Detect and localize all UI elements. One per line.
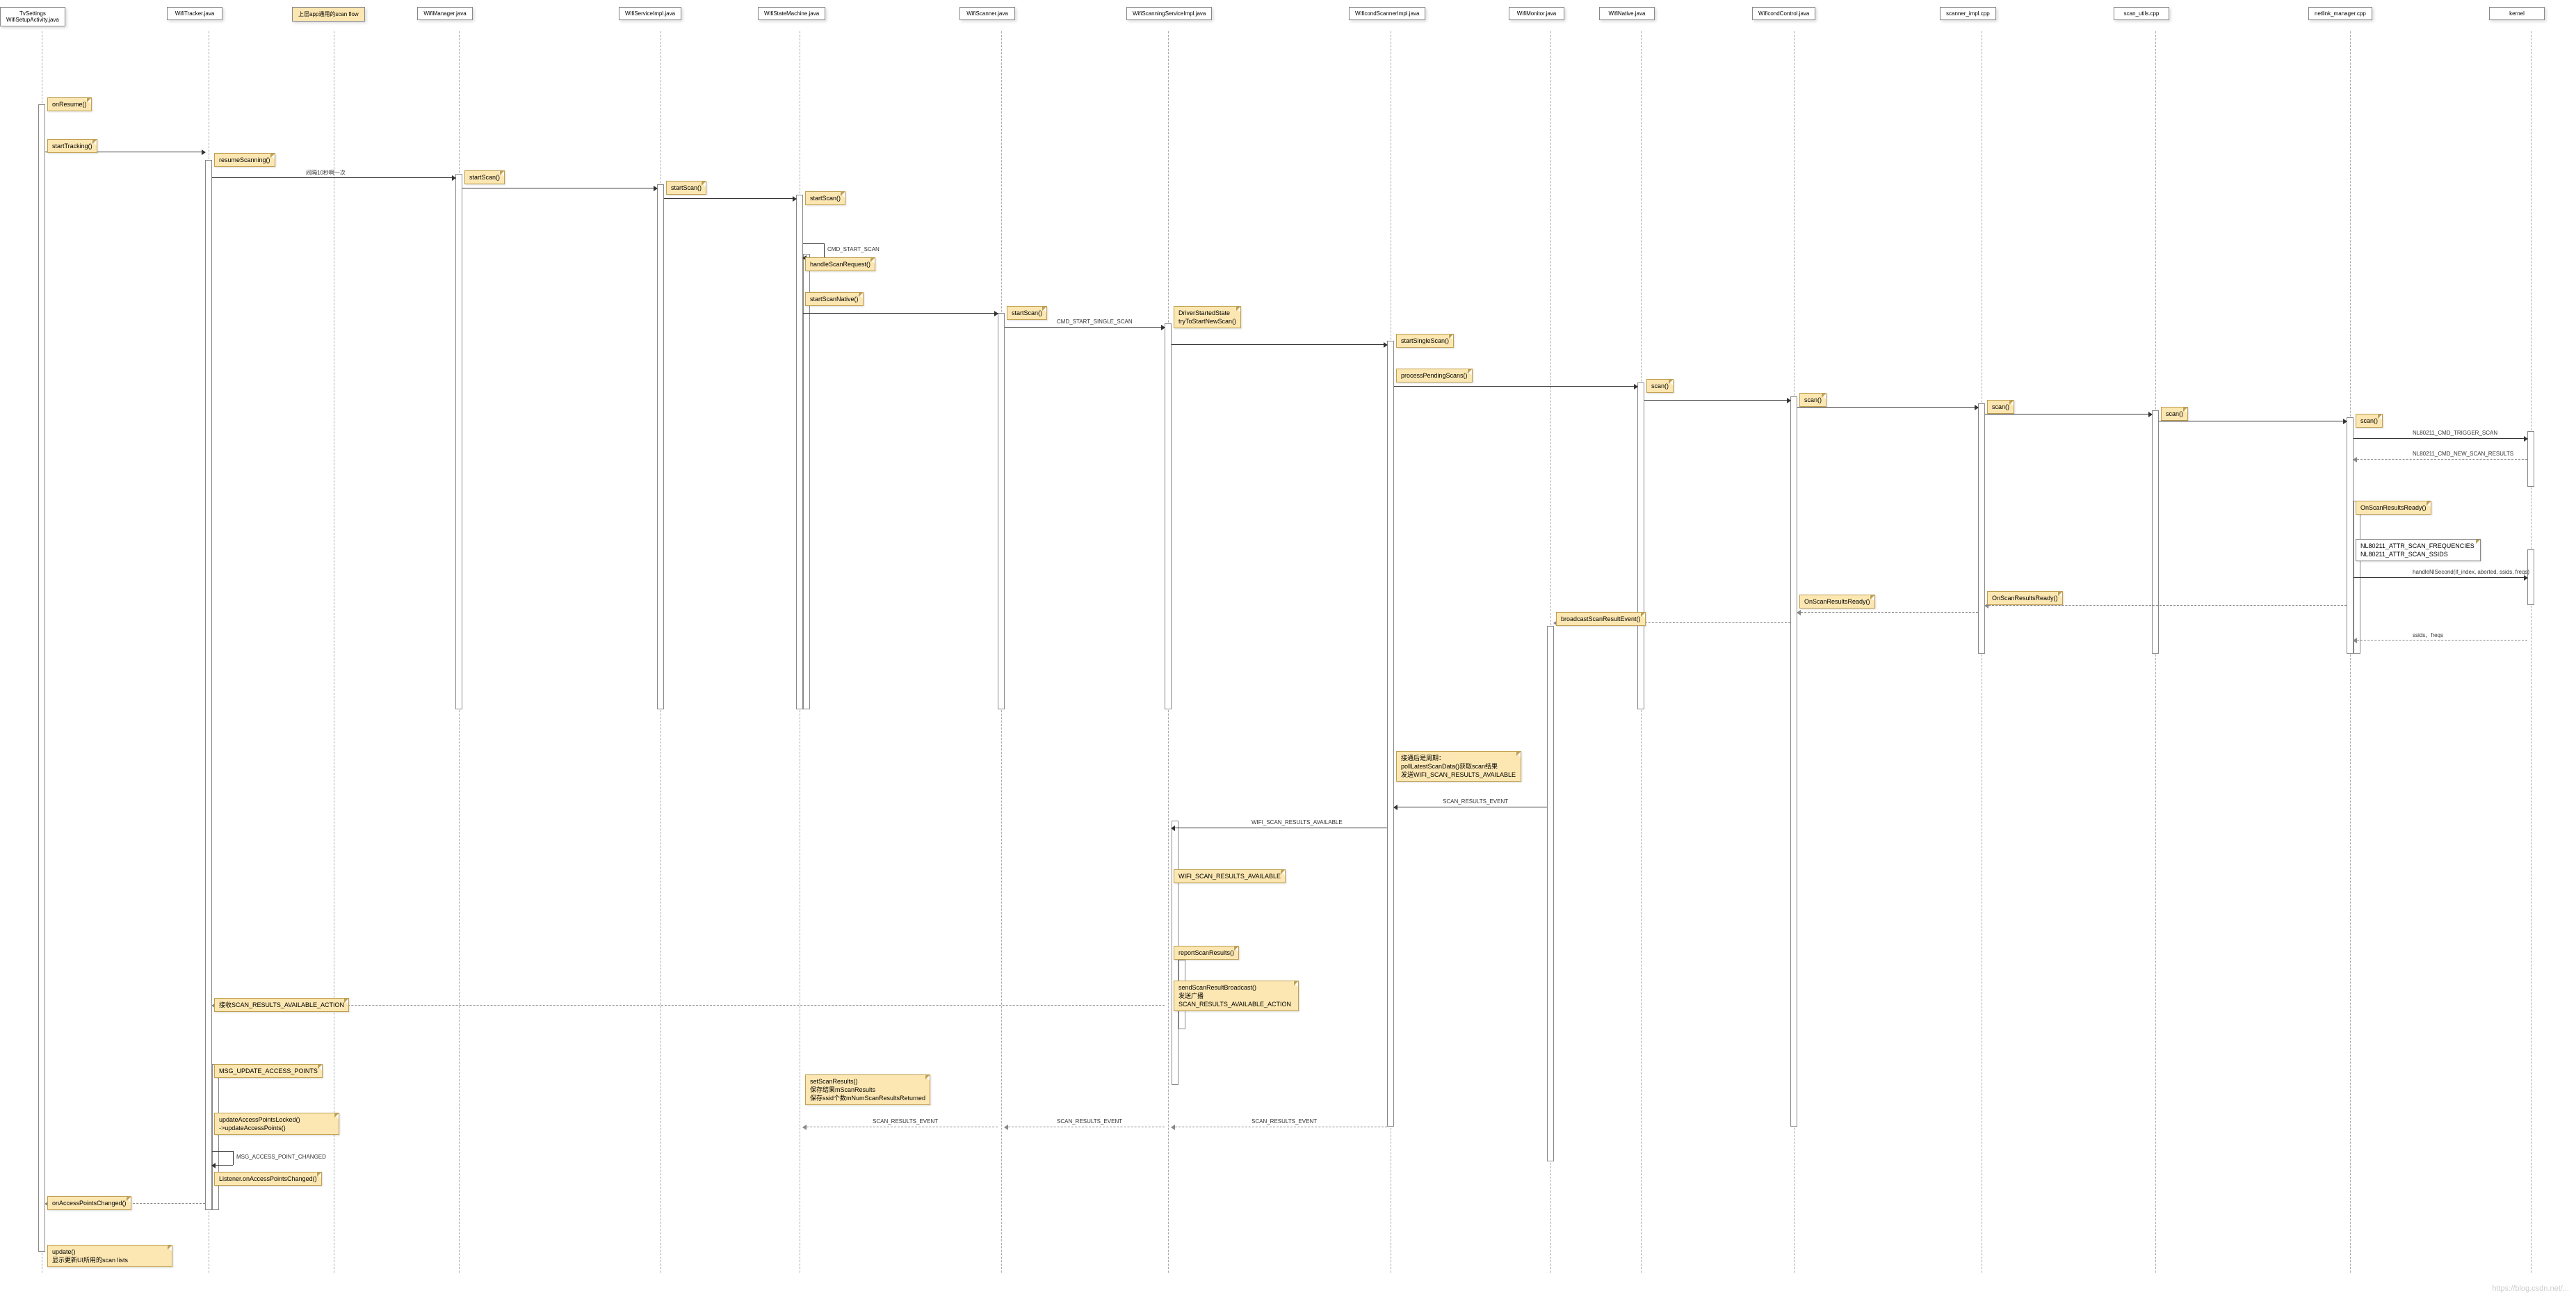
activation: [1978, 403, 1985, 654]
activation: [1165, 323, 1172, 709]
note: DriverStartedStatetryToStartNewScan(): [1174, 306, 1241, 328]
participant-p15: kernel: [2489, 7, 2545, 20]
participant-p4: WifiServiceImpl.java: [619, 7, 681, 20]
note: handleScanRequest(): [805, 257, 875, 271]
activation: [205, 160, 212, 1210]
lifeline-p15: [2531, 31, 2532, 1273]
activation: [2152, 410, 2159, 654]
activation: [455, 174, 462, 709]
note: Listener.onAccessPointsChanged(): [214, 1172, 322, 1186]
note: updateAccessPointsLocked()->updateAccess…: [214, 1113, 339, 1135]
note: startScan(): [464, 170, 505, 184]
activation: [1637, 382, 1644, 709]
message-arrow: [2354, 577, 2527, 578]
activation: [803, 254, 810, 709]
message-arrow: [1985, 605, 2347, 606]
activation: [796, 195, 803, 709]
activation: [1547, 626, 1554, 1161]
message-label: handleNlSecond(if_index, aborted, ssids,…: [2413, 569, 2529, 575]
note: startScan(): [666, 181, 706, 195]
note: startScanNative(): [805, 292, 864, 306]
note: 接收SCAN_RESULTS_AVAILABLE_ACTION: [214, 998, 349, 1012]
note: startScan(): [805, 191, 845, 205]
activation: [657, 184, 664, 709]
participant-p7: WifiScanningServiceImpl.java: [1126, 7, 1212, 20]
participant-p0: TvSettingsWifiSetupActivity.java: [0, 7, 65, 26]
note: reportScanResults(): [1174, 946, 1239, 960]
note: startScan(): [1007, 306, 1047, 320]
activation: [998, 313, 1005, 709]
message-arrow: [2354, 459, 2527, 460]
note: WIFI_SCAN_RESULTS_AVAILABLE: [1174, 869, 1286, 883]
note: sendScanResultBroadcast()发送广播SCAN_RESULT…: [1174, 981, 1299, 1011]
note: processPendingScans(): [1396, 369, 1473, 382]
note: scan(): [1987, 400, 2014, 414]
participant-p10: WifiNative.java: [1599, 7, 1655, 20]
note: NL80211_ATTR_SCAN_FREQUENCIESNL80211_ATT…: [2356, 539, 2481, 561]
message-arrow: [1172, 344, 1387, 345]
participant-p13: scan_utils.cpp: [2114, 7, 2169, 20]
note: scan(): [1646, 379, 1674, 393]
message-arrow: [1394, 386, 1637, 387]
message-label: 间隔10秒啊一次: [306, 169, 346, 177]
note: startTracking(): [47, 139, 97, 153]
message-label: SCAN_RESULTS_EVENT: [873, 1118, 938, 1125]
activation: [2527, 549, 2534, 605]
note: update()显示更新UI所用的scan lists: [47, 1245, 172, 1267]
message-label: CMD_START_SINGLE_SCAN: [1057, 319, 1133, 325]
participant-p2: 上层app通用的scan flow: [292, 7, 365, 22]
activation: [2347, 417, 2354, 654]
message-arrow: [803, 313, 998, 314]
activation: [1387, 341, 1394, 1127]
note: MSG_UPDATE_ACCESS_POINTS: [214, 1064, 323, 1078]
note: scan(): [1799, 393, 1826, 407]
participant-p1: WifiTracker.java: [167, 7, 222, 20]
note: scan(): [2161, 407, 2188, 421]
participant-p9: WifiMonitor.java: [1509, 7, 1564, 20]
message-label: NL80211_CMD_TRIGGER_SCAN: [2413, 430, 2497, 436]
note: OnScanResultsReady(): [1799, 595, 1875, 609]
note: scan(): [2356, 414, 2383, 428]
message-arrow: [1797, 407, 1978, 408]
participant-p11: WificondControl.java: [1752, 7, 1815, 20]
activation: [2527, 431, 2534, 487]
message-arrow: [664, 198, 796, 199]
note: broadcastScanResultEvent(): [1556, 612, 1646, 626]
activation: [38, 104, 45, 1252]
message-label: SCAN_RESULTS_EVENT: [1251, 1118, 1317, 1125]
note: setScanResults()保存结果mScanResults保存ssid个数…: [805, 1074, 930, 1105]
participant-p3: WifiManager.java: [417, 7, 473, 20]
activation: [1790, 396, 1797, 1127]
message-arrow: [212, 1005, 1165, 1006]
participant-p12: scanner_impl.cpp: [1940, 7, 1996, 20]
message-arrow: [1644, 400, 1790, 401]
message-label: SCAN_RESULTS_EVENT: [1057, 1118, 1122, 1125]
note: startSingleScan(): [1396, 334, 1454, 348]
note: onResume(): [47, 97, 92, 111]
watermark: https://blog.csdn.net/...: [2492, 1284, 2569, 1293]
message-arrow: [2354, 640, 2527, 641]
note: 接通后是周期：pollLatestScanData()获取scan结果发送WIF…: [1396, 751, 1521, 782]
message-arrow: [2354, 438, 2527, 439]
message-label: ssids、freqs: [2413, 631, 2443, 639]
participant-p5: WifiStateMachine.java: [758, 7, 825, 20]
participant-p8: WificondScannerImpl.java: [1349, 7, 1425, 20]
note: resumeScanning(): [214, 153, 275, 167]
message-arrow: [212, 177, 455, 178]
message-label: NL80211_CMD_NEW_SCAN_RESULTS: [2413, 451, 2513, 457]
note: OnScanResultsReady(): [1987, 591, 2063, 605]
message-label: WIFI_SCAN_RESULTS_AVAILABLE: [1251, 819, 1343, 825]
note: onAccessPointsChanged(): [47, 1196, 131, 1210]
message-arrow: [1797, 612, 1978, 613]
participant-p14: netlink_manager.cpp: [2308, 7, 2372, 20]
participant-p6: WifiScanner.java: [959, 7, 1015, 20]
note: OnScanResultsReady(): [2356, 501, 2431, 515]
activation: [212, 1064, 219, 1210]
message-label: SCAN_RESULTS_EVENT: [1443, 798, 1508, 805]
message-arrow: [1005, 327, 1165, 328]
